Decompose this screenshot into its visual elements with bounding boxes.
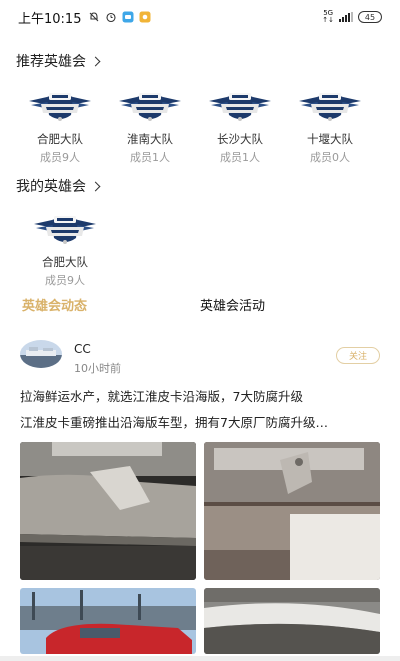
battery-icon: 45 (358, 11, 382, 23)
status-right: 5G ↑↓ 45 (322, 10, 382, 24)
notification-app-icon (139, 11, 151, 23)
post-photo-3[interactable] (20, 588, 196, 654)
recommended-title[interactable]: 推荐英雄会 (16, 51, 101, 71)
tab-club-events[interactable]: 英雄会活动 (200, 295, 265, 314)
hero-club-logo-icon (32, 214, 98, 248)
status-bar: 上午10:15 5G ↑↓ 45 (0, 0, 400, 34)
club-card-changsha[interactable]: 长沙大队 成员1人 (195, 91, 285, 165)
post-photo-1[interactable] (20, 442, 196, 580)
post-photo-2[interactable] (204, 442, 380, 580)
post-text-line-2: 江淮皮卡重磅推出沿海版车型，拥有7大原厂防腐升级… (20, 415, 328, 430)
hero-club-logo-icon (297, 91, 363, 125)
tab-bar: 英雄会动态 英雄会活动 (0, 295, 400, 317)
post-text-line-1: 拉海鲜运水产，就选江淮皮卡沿海版，7大防腐升级 (20, 389, 303, 404)
club-name: 合肥大队 (37, 132, 83, 146)
club-name: 十堰大队 (307, 132, 353, 146)
message-app-icon (122, 11, 134, 23)
club-card-hefei[interactable]: 合肥大队 成员9人 (15, 91, 105, 165)
recommended-title-text: 推荐英雄会 (16, 54, 86, 70)
club-member-count: 成员1人 (220, 151, 260, 164)
hero-club-logo-icon (117, 91, 183, 125)
do-not-disturb-icon (90, 12, 99, 22)
signal-icon (339, 12, 353, 22)
chevron-right-icon (90, 181, 101, 191)
club-member-count: 成员9人 (45, 274, 85, 287)
tab-club-feed[interactable]: 英雄会动态 (22, 295, 87, 314)
my-club-list: 合肥大队 成员9人 (0, 214, 400, 288)
my-clubs-title-text: 我的英雄会 (16, 179, 86, 195)
post-username[interactable]: CC (74, 342, 91, 356)
alarm-icon (106, 12, 117, 23)
club-card-huainan[interactable]: 淮南大队 成员1人 (105, 91, 195, 165)
my-clubs-title[interactable]: 我的英雄会 (16, 176, 101, 196)
recommended-club-list: 合肥大队 成员9人 淮南大队 成员1人 长沙大队 成员1人 十堰大队 成员0人 (0, 91, 400, 165)
my-club-card-hefei[interactable]: 合肥大队 成员9人 (20, 214, 110, 288)
post-photo-4[interactable] (204, 588, 380, 654)
club-member-count: 成员9人 (40, 151, 80, 164)
post-header: CC 10小时前 关注 (20, 340, 382, 376)
chevron-right-icon (90, 56, 101, 66)
club-name: 长沙大队 (217, 132, 263, 146)
follow-button[interactable]: 关注 (336, 347, 380, 364)
club-card-shiyan[interactable]: 十堰大队 成员0人 (285, 91, 375, 165)
club-name: 淮南大队 (127, 132, 173, 146)
bottom-edge (0, 656, 400, 661)
club-name: 合肥大队 (42, 255, 88, 269)
club-member-count: 成员0人 (310, 151, 350, 164)
post-time: 10小时前 (74, 362, 121, 375)
network-type: 5G ↑↓ (322, 9, 334, 24)
hero-club-logo-icon (27, 91, 93, 125)
hero-club-logo-icon (207, 91, 273, 125)
avatar[interactable] (20, 340, 62, 368)
status-time: 上午10:15 (18, 11, 82, 27)
club-member-count: 成员1人 (130, 151, 170, 164)
status-left: 上午10:15 (18, 8, 151, 27)
